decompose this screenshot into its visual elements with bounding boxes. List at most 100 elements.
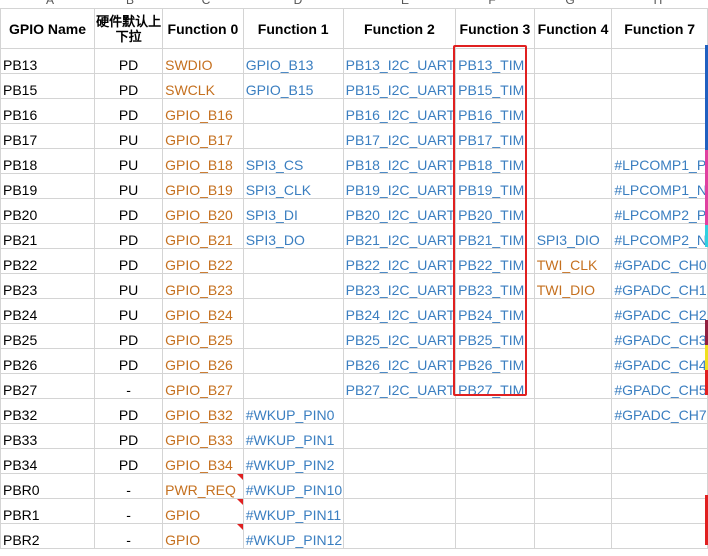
cell-function-7[interactable]: #GPADC_CH2 bbox=[611, 298, 708, 324]
cell-function-2[interactable] bbox=[342, 448, 457, 474]
header-gpio-name[interactable]: GPIO Name bbox=[0, 8, 96, 49]
cell-function-4[interactable] bbox=[533, 473, 613, 499]
cell-function-4[interactable] bbox=[533, 523, 613, 549]
cell-function-1[interactable]: #WKUP_PIN12 bbox=[242, 523, 344, 549]
column-letter-d[interactable]: D bbox=[288, 0, 308, 8]
cell-function-1[interactable] bbox=[242, 373, 344, 399]
cell-default-pull[interactable]: - bbox=[94, 523, 164, 549]
cell-function-0[interactable]: GPIO_B27 bbox=[162, 373, 244, 399]
cell-default-pull[interactable]: PD bbox=[94, 323, 164, 349]
cell-function-1[interactable] bbox=[242, 298, 344, 324]
cell-function-7[interactable] bbox=[611, 48, 708, 74]
cell-function-7[interactable] bbox=[611, 423, 708, 449]
cell-function-4[interactable] bbox=[533, 198, 613, 224]
cell-default-pull[interactable]: PD bbox=[94, 398, 164, 424]
cell-function-7[interactable] bbox=[611, 123, 708, 149]
cell-function-0[interactable]: GPIO_B34 bbox=[162, 448, 244, 474]
cell-function-3[interactable]: PB23_TIM bbox=[455, 273, 535, 299]
cell-function-7[interactable] bbox=[611, 523, 708, 549]
cell-function-2[interactable] bbox=[342, 398, 457, 424]
cell-function-3[interactable] bbox=[455, 448, 535, 474]
cell-function-0[interactable]: GPIO_B20 bbox=[162, 198, 244, 224]
cell-function-0[interactable]: SWCLK bbox=[162, 73, 244, 99]
cell-gpio-name[interactable]: PB27 bbox=[0, 373, 96, 399]
cell-function-1[interactable]: SPI3_DI bbox=[242, 198, 344, 224]
header-function-1[interactable]: Function 1 bbox=[242, 8, 344, 49]
header-function-7[interactable]: Function 7 bbox=[611, 8, 708, 49]
cell-function-1[interactable] bbox=[242, 323, 344, 349]
cell-function-3[interactable]: PB25_TIM bbox=[455, 323, 535, 349]
cell-function-7[interactable]: #GPADC_CH5 bbox=[611, 373, 708, 399]
cell-function-4[interactable] bbox=[533, 73, 613, 99]
cell-default-pull[interactable]: PD bbox=[94, 248, 164, 274]
column-letter-b[interactable]: B bbox=[120, 0, 140, 8]
cell-function-1[interactable]: GPIO_B15 bbox=[242, 73, 344, 99]
cell-function-4[interactable] bbox=[533, 148, 613, 174]
cell-function-3[interactable] bbox=[455, 498, 535, 524]
cell-function-4[interactable] bbox=[533, 398, 613, 424]
cell-gpio-name[interactable]: PB25 bbox=[0, 323, 96, 349]
cell-function-7[interactable] bbox=[611, 448, 708, 474]
cell-default-pull[interactable]: PD bbox=[94, 448, 164, 474]
cell-function-4[interactable] bbox=[533, 498, 613, 524]
cell-function-3[interactable]: PB24_TIM bbox=[455, 298, 535, 324]
cell-function-2[interactable]: PB21_I2C_UART bbox=[342, 223, 457, 249]
column-letter-a[interactable]: A bbox=[40, 0, 60, 8]
cell-function-2[interactable]: PB22_I2C_UART bbox=[342, 248, 457, 274]
header-function-3[interactable]: Function 3 bbox=[455, 8, 535, 49]
cell-function-3[interactable]: PB26_TIM bbox=[455, 348, 535, 374]
cell-gpio-name[interactable]: PB24 bbox=[0, 298, 96, 324]
cell-function-7[interactable]: #LPCOMP2_P bbox=[611, 198, 708, 224]
cell-function-0[interactable]: GPIO_B25 bbox=[162, 323, 244, 349]
cell-function-7[interactable]: #LPCOMP1_N bbox=[611, 173, 708, 199]
cell-function-4[interactable] bbox=[533, 98, 613, 124]
cell-gpio-name[interactable]: PB15 bbox=[0, 73, 96, 99]
cell-function-1[interactable] bbox=[242, 248, 344, 274]
cell-function-4[interactable] bbox=[533, 298, 613, 324]
cell-function-2[interactable]: PB20_I2C_UART bbox=[342, 198, 457, 224]
cell-default-pull[interactable]: PD bbox=[94, 98, 164, 124]
cell-function-2[interactable]: PB25_I2C_UART bbox=[342, 323, 457, 349]
cell-function-4[interactable] bbox=[533, 173, 613, 199]
cell-gpio-name[interactable]: PB17 bbox=[0, 123, 96, 149]
cell-function-3[interactable] bbox=[455, 523, 535, 549]
header-function-0[interactable]: Function 0 bbox=[162, 8, 244, 49]
cell-default-pull[interactable]: PU bbox=[94, 298, 164, 324]
cell-function-7[interactable] bbox=[611, 73, 708, 99]
cell-function-1[interactable] bbox=[242, 348, 344, 374]
cell-function-7[interactable]: #GPADC_CH7 bbox=[611, 398, 708, 424]
cell-function-4[interactable] bbox=[533, 373, 613, 399]
column-letter-h[interactable]: H bbox=[648, 0, 668, 8]
cell-function-4[interactable] bbox=[533, 348, 613, 374]
cell-default-pull[interactable]: - bbox=[94, 498, 164, 524]
cell-function-4[interactable] bbox=[533, 123, 613, 149]
cell-function-4[interactable] bbox=[533, 48, 613, 74]
cell-function-2[interactable] bbox=[342, 523, 457, 549]
cell-function-3[interactable] bbox=[455, 398, 535, 424]
cell-function-0[interactable]: GPIO_B18 bbox=[162, 148, 244, 174]
cell-function-2[interactable]: PB15_I2C_UART bbox=[342, 73, 457, 99]
cell-default-pull[interactable]: PU bbox=[94, 273, 164, 299]
cell-function-0[interactable]: GPIO_B33 bbox=[162, 423, 244, 449]
cell-function-0[interactable]: GPIO_B21 bbox=[162, 223, 244, 249]
cell-function-2[interactable]: PB26_I2C_UART bbox=[342, 348, 457, 374]
cell-function-2[interactable]: PB17_I2C_UART bbox=[342, 123, 457, 149]
cell-function-4[interactable] bbox=[533, 423, 613, 449]
cell-function-2[interactable] bbox=[342, 498, 457, 524]
cell-function-1[interactable]: SPI3_DO bbox=[242, 223, 344, 249]
column-letter-g[interactable]: G bbox=[560, 0, 580, 8]
cell-function-3[interactable]: PB21_TIM bbox=[455, 223, 535, 249]
cell-function-3[interactable]: PB27_TIM bbox=[455, 373, 535, 399]
cell-function-2[interactable]: PB24_I2C_UART bbox=[342, 298, 457, 324]
cell-gpio-name[interactable]: PBR2 bbox=[0, 523, 96, 549]
cell-gpio-name[interactable]: PB32 bbox=[0, 398, 96, 424]
cell-function-7[interactable]: #GPADC_CH1 bbox=[611, 273, 708, 299]
cell-function-3[interactable]: PB16_TIM bbox=[455, 98, 535, 124]
cell-function-2[interactable] bbox=[342, 423, 457, 449]
cell-function-0[interactable]: GPIO_B32 bbox=[162, 398, 244, 424]
cell-function-4[interactable] bbox=[533, 448, 613, 474]
cell-gpio-name[interactable]: PB26 bbox=[0, 348, 96, 374]
cell-function-2[interactable]: PB23_I2C_UART bbox=[342, 273, 457, 299]
cell-function-7[interactable]: #LPCOMP1_P bbox=[611, 148, 708, 174]
column-letter-f[interactable]: F bbox=[482, 0, 502, 8]
